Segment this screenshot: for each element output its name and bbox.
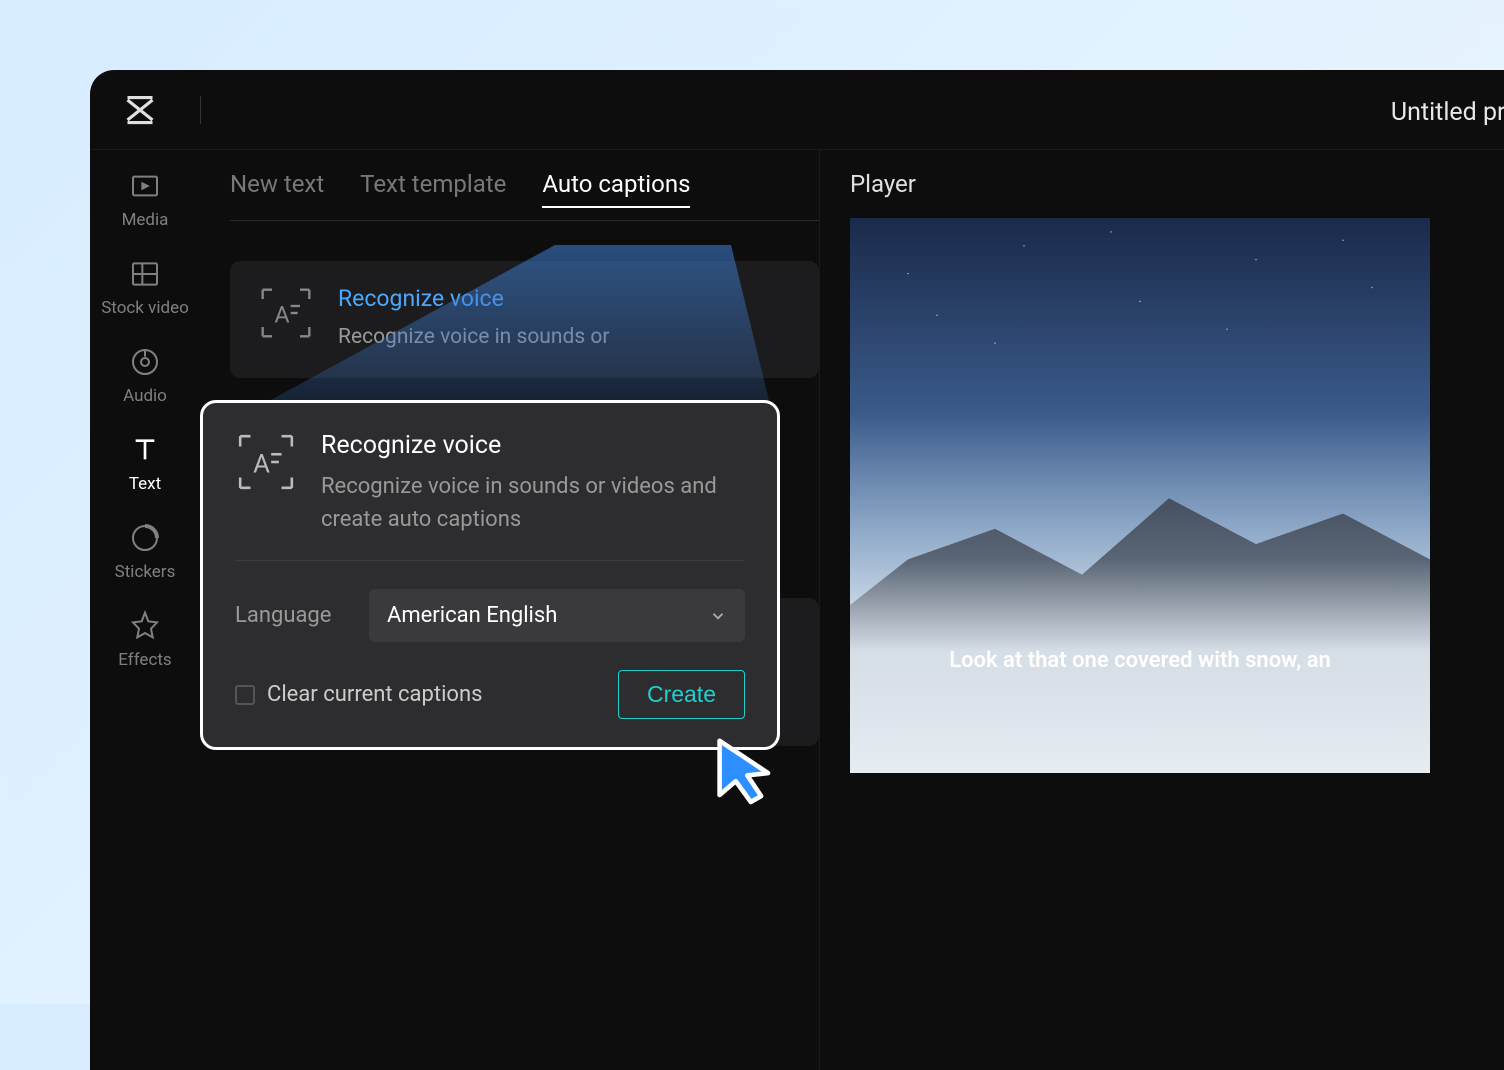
clear-captions-checkbox-group[interactable]: Clear current captions [235,682,482,707]
card-desc: Recognize voice in sounds or [338,322,791,354]
audio-icon [129,346,161,378]
sidebar-item-stock-video[interactable]: Stock video [90,258,200,318]
sidebar-label: Audio [123,386,167,406]
tab-new-text[interactable]: New text [230,170,324,208]
title-separator [200,96,201,124]
popout-title: Recognize voice [321,431,745,460]
sidebar-label: Text [129,474,161,494]
media-icon [129,170,161,202]
sidebar-label: Media [122,210,169,230]
sidebar-label: Stickers [115,562,176,582]
text-icon [129,434,161,466]
preview-sky [850,218,1430,496]
auto-caption-icon: A [258,285,314,341]
create-button[interactable]: Create [618,670,745,719]
sidebar-item-audio[interactable]: Audio [90,346,200,406]
card-recognize-voice[interactable]: A Recognize voice Recognize voice in sou… [230,261,819,378]
sidebar-label: Effects [118,650,171,670]
sidebar: Media Stock video Audio Text Stickers Ef… [90,150,200,1070]
caption-overlay: Look at that one covered with snow, an [850,648,1430,673]
sidebar-item-effects[interactable]: Effects [90,610,200,670]
recognize-voice-popout: A Recognize voice Recognize voice in sou… [200,400,780,750]
svg-text:A: A [253,449,270,479]
sidebar-item-text[interactable]: Text [90,434,200,494]
preview-mountain [850,468,1430,773]
titlebar: Untitled project [90,70,1504,150]
dropdown-value: American English [387,603,557,628]
project-title: Untitled project [1391,98,1504,127]
language-label: Language [235,603,345,628]
sidebar-item-stickers[interactable]: Stickers [90,522,200,582]
app-logo-icon [120,90,160,130]
chevron-down-icon [709,607,727,625]
preview-viewport[interactable]: Look at that one covered with snow, an [850,218,1430,773]
popout-desc: Recognize voice in sounds or videos and … [321,470,745,536]
popout-header: A Recognize voice Recognize voice in sou… [235,431,745,561]
player-title: Player [850,170,1504,198]
tab-auto-captions[interactable]: Auto captions [542,170,690,208]
stock-video-icon [129,258,161,290]
stickers-icon [129,522,161,554]
sidebar-label: Stock video [101,298,189,318]
language-row: Language American English [235,589,745,642]
sidebar-item-media[interactable]: Media [90,170,200,230]
card-title: Recognize voice [338,285,791,312]
tabs: New text Text template Auto captions [230,170,819,221]
svg-text:A: A [274,300,289,328]
effects-icon [129,610,161,642]
tab-text-template[interactable]: Text template [360,170,506,208]
player-panel: Player Look at that one covered with sno… [820,150,1504,1070]
auto-caption-icon: A [235,431,297,493]
language-dropdown[interactable]: American English [369,589,745,642]
popout-footer: Clear current captions Create [235,670,745,719]
checkbox-label: Clear current captions [267,682,482,707]
checkbox-icon [235,685,255,705]
